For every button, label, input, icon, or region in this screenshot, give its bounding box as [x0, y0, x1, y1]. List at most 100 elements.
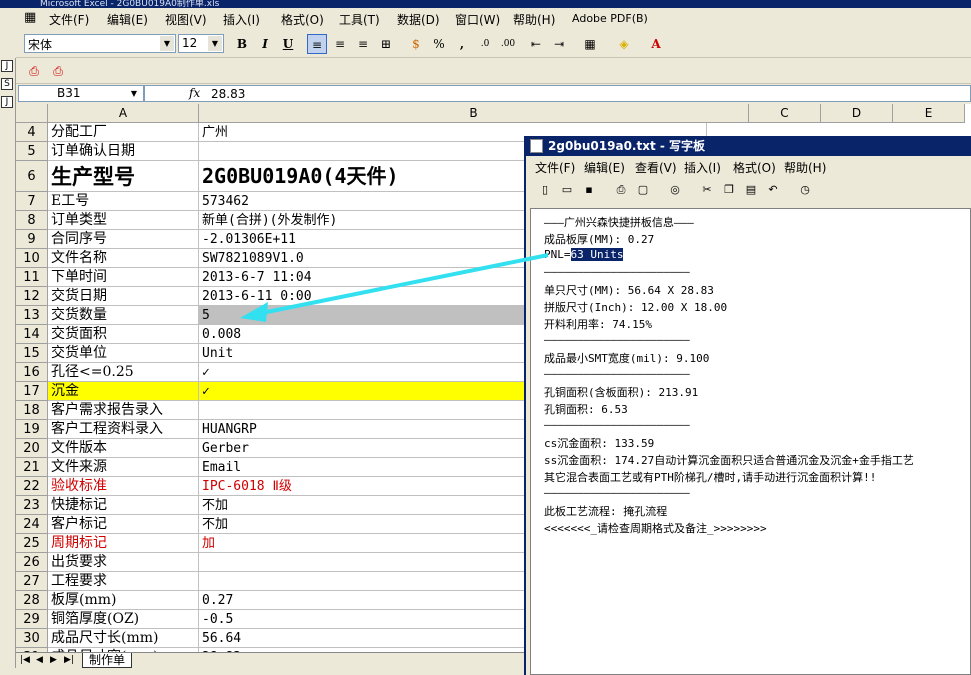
cut-icon[interactable]: ✂	[698, 181, 716, 199]
menu-tools[interactable]: 工具(T)	[339, 11, 380, 28]
menu-help[interactable]: 帮助(H)	[513, 11, 555, 28]
cell-a[interactable]: 周期标记	[48, 534, 199, 553]
save-icon[interactable]: ▪	[580, 181, 598, 199]
cell-a[interactable]: 文件名称	[48, 249, 199, 268]
merge-center-icon[interactable]: ⊞	[376, 34, 396, 54]
menu-data[interactable]: 数据(D)	[397, 11, 440, 28]
cell-a[interactable]: 成品尺寸长(mm)	[48, 629, 199, 648]
column-header-b[interactable]: B	[199, 104, 749, 123]
fx-icon[interactable]: fx	[189, 86, 200, 100]
formula-bar[interactable]: fx 28.83	[144, 85, 971, 102]
last-sheet-icon[interactable]: ▶|	[64, 655, 74, 665]
row-header[interactable]: 15	[16, 344, 48, 363]
row-header[interactable]: 24	[16, 515, 48, 534]
wordpad-window[interactable]: 2g0bu019a0.txt - 写字板 文件(F) 编辑(E) 查看(V) 插…	[524, 136, 971, 675]
row-header[interactable]: 16	[16, 363, 48, 382]
cell-a[interactable]: 沉金	[48, 382, 199, 401]
column-header-e[interactable]: E	[893, 104, 965, 123]
cell-a[interactable]: 交货面积	[48, 325, 199, 344]
first-sheet-icon[interactable]: |◀	[20, 655, 30, 665]
row-header[interactable]: 9	[16, 230, 48, 249]
row-header[interactable]: 28	[16, 591, 48, 610]
row-header[interactable]: 14	[16, 325, 48, 344]
decrease-decimal-button[interactable]: .00	[498, 34, 518, 54]
pnl-value-selection[interactable]: 63 Units	[570, 248, 624, 261]
cell-a[interactable]: 交货数量	[48, 306, 199, 325]
cell-a[interactable]: 订单确认日期	[48, 142, 199, 161]
row-header[interactable]: 8	[16, 211, 48, 230]
cell-a[interactable]: 客户标记	[48, 515, 199, 534]
font-size-combo[interactable]: 12 ▼	[178, 34, 224, 53]
underline-button[interactable]: U	[278, 34, 298, 54]
menu-format[interactable]: 格式(O)	[281, 11, 324, 28]
percent-button[interactable]: %	[429, 34, 449, 54]
open-icon[interactable]: ▭	[558, 181, 576, 199]
prev-sheet-icon[interactable]: ◀	[36, 655, 43, 665]
wordpad-document[interactable]: ———广州兴森快捷拼板信息——— 成品板厚(MM): 0.27 PNL=63 Uni…	[530, 208, 971, 675]
undo-icon[interactable]: ↶	[764, 181, 782, 199]
menu-adobe-pdf[interactable]: Adobe PDF(B)	[572, 12, 648, 25]
cell-a[interactable]: 快捷标记	[48, 496, 199, 515]
chevron-down-icon[interactable]: ▼	[208, 36, 222, 51]
row-header[interactable]: 25	[16, 534, 48, 553]
row-header[interactable]: 18	[16, 401, 48, 420]
paste-icon[interactable]: ▤	[742, 181, 760, 199]
print-icon[interactable]: ⎙	[612, 181, 630, 199]
currency-icon[interactable]: $	[406, 34, 426, 54]
row-header[interactable]: 7	[16, 192, 48, 211]
fill-color-icon[interactable]: ◈	[614, 34, 634, 54]
row-header[interactable]: 23	[16, 496, 48, 515]
strip-tab-icon[interactable]: S	[1, 78, 13, 90]
row-header[interactable]: 30	[16, 629, 48, 648]
wp-menu-view[interactable]: 查看(V)	[635, 159, 677, 176]
increase-indent-icon[interactable]: ⇥	[549, 34, 569, 54]
menu-insert[interactable]: 插入(I)	[223, 11, 260, 28]
menu-window[interactable]: 窗口(W)	[455, 11, 500, 28]
menu-file[interactable]: 文件(F)	[49, 11, 89, 28]
row-header[interactable]: 22	[16, 477, 48, 496]
excel-app-icon[interactable]: ▦	[24, 10, 36, 25]
cell-a[interactable]: 交货单位	[48, 344, 199, 363]
cell-a[interactable]: 文件来源	[48, 458, 199, 477]
cell-a[interactable]: 板厚(mm)	[48, 591, 199, 610]
name-box[interactable]: B31 ▼	[18, 85, 144, 102]
cell-a[interactable]: 订单类型	[48, 211, 199, 230]
wp-menu-format[interactable]: 格式(O)	[733, 159, 776, 176]
align-right-icon[interactable]: ≡	[353, 34, 373, 54]
row-header[interactable]: 20	[16, 439, 48, 458]
row-header[interactable]: 5	[16, 142, 48, 161]
copy-icon[interactable]: ❐	[720, 181, 738, 199]
chevron-down-icon[interactable]: ▼	[160, 36, 174, 51]
row-header[interactable]: 4	[16, 123, 48, 142]
cell-a[interactable]: 客户需求报告录入	[48, 401, 199, 420]
row-header[interactable]: 21	[16, 458, 48, 477]
cell-a[interactable]: 文件版本	[48, 439, 199, 458]
row-header[interactable]: 6	[16, 161, 48, 192]
cell-a[interactable]: 孔径<=0.25	[48, 363, 199, 382]
strip-tab-icon[interactable]: J	[1, 96, 13, 108]
align-left-icon[interactable]: ≡	[307, 34, 327, 54]
font-name-combo[interactable]: 宋体 ▼	[24, 34, 176, 53]
column-header-c[interactable]: C	[749, 104, 821, 123]
wp-menu-help[interactable]: 帮助(H)	[784, 159, 826, 176]
cell-a[interactable]: E工号	[48, 192, 199, 211]
comma-button[interactable]: ,	[452, 34, 472, 54]
align-center-icon[interactable]: ≡	[330, 34, 350, 54]
wp-menu-insert[interactable]: 插入(I)	[684, 159, 721, 176]
cell-a[interactable]: 验收标准	[48, 477, 199, 496]
print-preview-icon[interactable]: ▢	[634, 181, 652, 199]
increase-decimal-button[interactable]: .0	[475, 34, 495, 54]
row-header[interactable]: 12	[16, 287, 48, 306]
find-icon[interactable]: ◎	[666, 181, 684, 199]
new-icon[interactable]: ▯	[536, 181, 554, 199]
bold-button[interactable]: B	[232, 34, 252, 54]
cell-a[interactable]: 工程要求	[48, 572, 199, 591]
strip-tab-icon[interactable]: J	[1, 60, 13, 72]
chevron-down-icon[interactable]: ▼	[131, 86, 137, 101]
pdf-email-icon[interactable]: ⎙	[48, 61, 68, 81]
menu-view[interactable]: 视图(V)	[165, 11, 207, 28]
italic-button[interactable]: I	[255, 34, 275, 54]
select-all-corner[interactable]	[16, 104, 48, 123]
cell-a[interactable]: 合同序号	[48, 230, 199, 249]
pdf-convert-icon[interactable]: ⎙	[24, 61, 44, 81]
